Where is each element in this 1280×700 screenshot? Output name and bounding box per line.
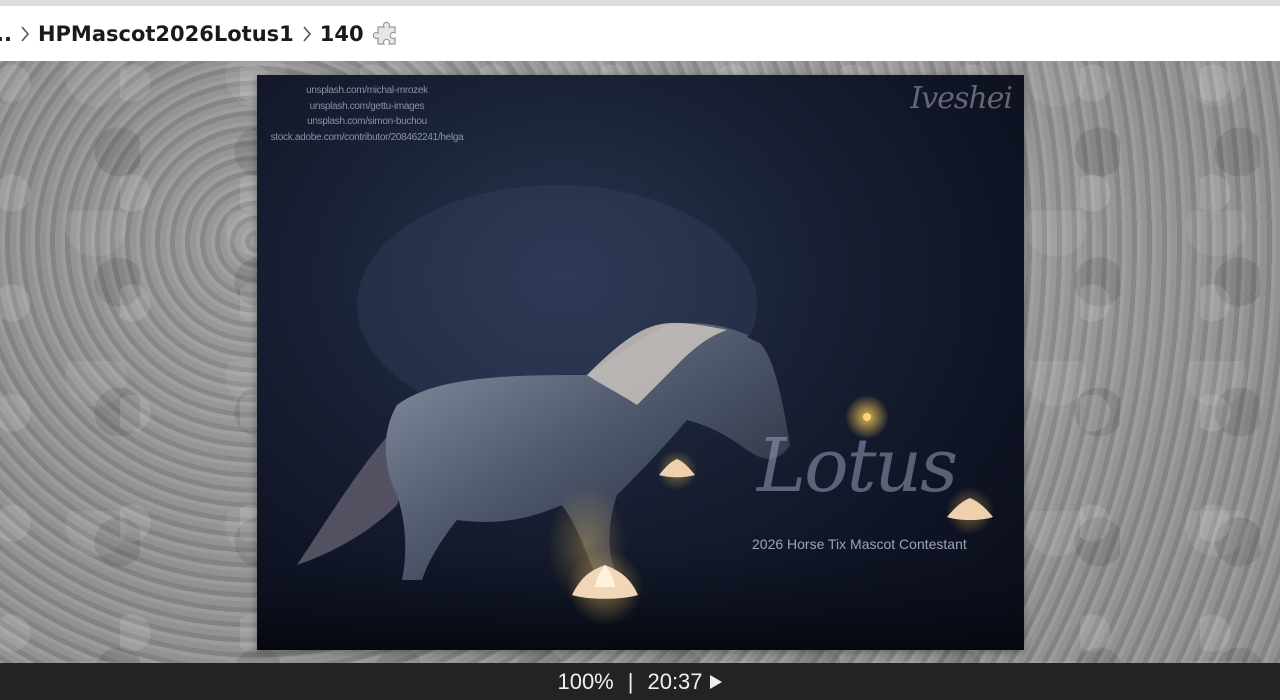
breadcrumb-item[interactable]: 140: [320, 22, 364, 46]
artwork-scene: [257, 185, 1024, 650]
puzzle-icon[interactable]: [372, 19, 402, 49]
lotus-flower-large: [567, 549, 643, 625]
chevron-right-icon: [296, 20, 318, 48]
image-credits: unsplash.com/michal-mrozek unsplash.com/…: [267, 83, 467, 145]
credit-line: unsplash.com/gettu-images: [309, 100, 425, 112]
credit-line: unsplash.com/simon-buchou: [307, 116, 427, 127]
lotus-flower-small: [657, 450, 697, 490]
artwork-subtitle: 2026 Horse Tix Mascot Contestant: [752, 536, 967, 552]
artwork-image[interactable]: unsplash.com/michal-mrozek unsplash.com/…: [257, 75, 1024, 650]
credit-line: stock.adobe.com/contributor/208462241/he…: [270, 131, 464, 143]
breadcrumb-ellipsis[interactable]: ..: [0, 22, 12, 46]
play-icon[interactable]: [709, 674, 723, 690]
breadcrumb-folder[interactable]: HPMascot2026Lotus1: [38, 22, 294, 46]
status-bar: 100% | 20:37: [0, 663, 1280, 700]
artwork-title: Lotus: [757, 423, 958, 509]
time-display: 20:37: [647, 668, 703, 694]
status-separator: |: [627, 668, 634, 694]
chevron-right-icon: [14, 20, 36, 48]
artist-signature: Iveshei: [910, 81, 1013, 116]
credit-line: unsplash.com/michal-mrozek: [306, 85, 428, 96]
breadcrumb: .. HPMascot2026Lotus1 140: [0, 6, 1280, 62]
zoom-level[interactable]: 100%: [557, 669, 613, 695]
